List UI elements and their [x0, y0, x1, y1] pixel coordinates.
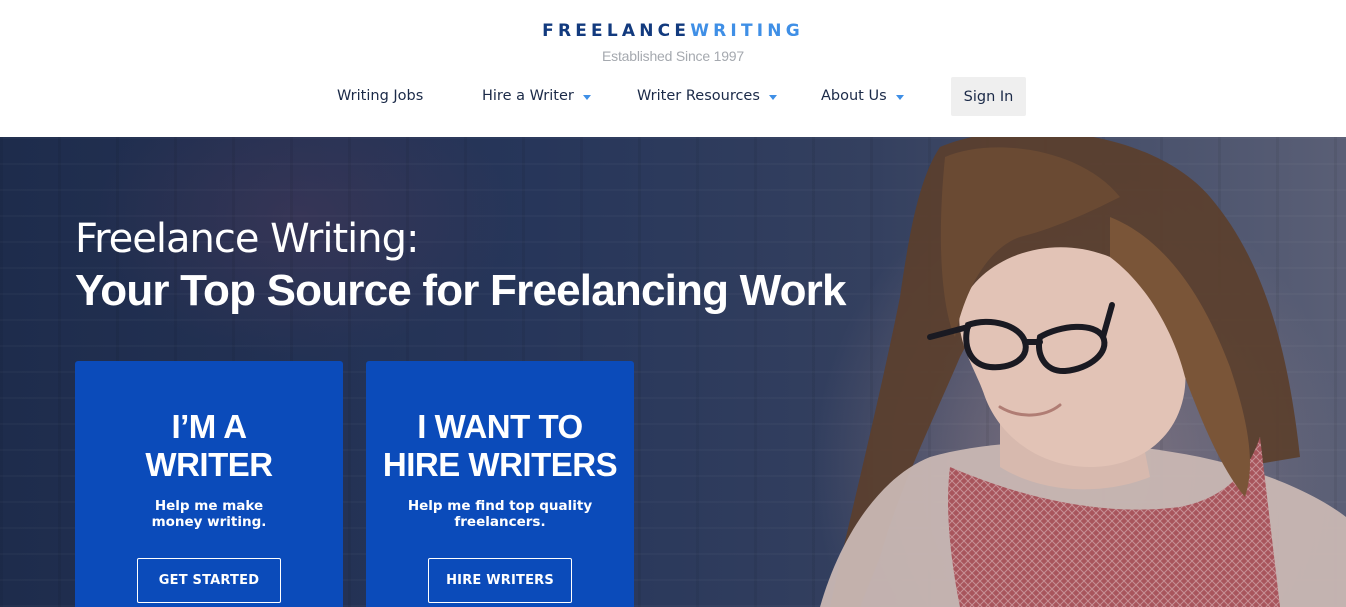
nav-item-about-us[interactable]: About Us: [821, 84, 904, 108]
nav-item-label: Writer Resources: [637, 88, 760, 104]
hire-card-subtitle-line2: freelancers.: [454, 514, 546, 530]
caret-down-icon: [582, 94, 591, 100]
hire-writers-button[interactable]: HIRE WRITERS: [428, 558, 572, 603]
hero-headline-line2: Your Top Source for Freelancing Work: [75, 266, 846, 315]
writer-card: I’M A WRITER Help me make money writing.…: [75, 361, 343, 607]
writer-card-subtitle-line2: money writing.: [151, 514, 267, 530]
site-logo[interactable]: FREELANCEWRITING: [0, 20, 1346, 42]
hire-card-title-line1: I WANT TO: [417, 408, 583, 445]
logo-wordmark: FREELANCEWRITING: [542, 21, 804, 41]
hire-card-subtitle-line1: Help me find top quality: [407, 498, 593, 514]
caret-down-icon: [895, 94, 904, 100]
logo-tagline: Established Since 1997: [602, 48, 744, 64]
caret-down-icon: [768, 94, 777, 100]
writer-card-subtitle-line1: Help me make: [154, 498, 264, 514]
hire-card-title-line2: HIRE WRITERS: [382, 446, 618, 483]
sign-in-button[interactable]: Sign In: [951, 77, 1026, 116]
writer-card-title-line1: I’M A: [171, 408, 247, 445]
logo-part-freelance: FREELANCE: [542, 21, 691, 41]
writer-card-title-line2: WRITER: [145, 446, 273, 483]
hire-card: I WANT TO HIRE WRITERS Help me find top …: [366, 361, 634, 607]
get-started-button[interactable]: GET STARTED: [137, 558, 281, 603]
nav-item-hire-a-writer[interactable]: Hire a Writer: [482, 84, 591, 108]
nav-item-label: About Us: [821, 88, 887, 104]
nav-item-writer-resources[interactable]: Writer Resources: [637, 84, 777, 108]
hire-card-subtitle: Help me find top quality freelancers.: [366, 498, 634, 530]
hero-section: Freelance Writing: Your Top Source for F…: [0, 137, 1346, 607]
hero-headline-line1: Freelance Writing:: [75, 216, 420, 262]
writer-card-subtitle: Help me make money writing.: [75, 498, 343, 530]
site-header: FREELANCEWRITING Established Since 1997 …: [0, 0, 1346, 137]
logo-part-writing: WRITING: [690, 21, 804, 41]
nav-item-writing-jobs[interactable]: Writing Jobs: [337, 84, 423, 108]
writer-card-title: I’M A WRITER: [75, 408, 343, 484]
nav-item-label: Hire a Writer: [482, 88, 574, 104]
hire-card-title: I WANT TO HIRE WRITERS: [366, 408, 634, 484]
nav-item-label: Writing Jobs: [337, 88, 424, 104]
